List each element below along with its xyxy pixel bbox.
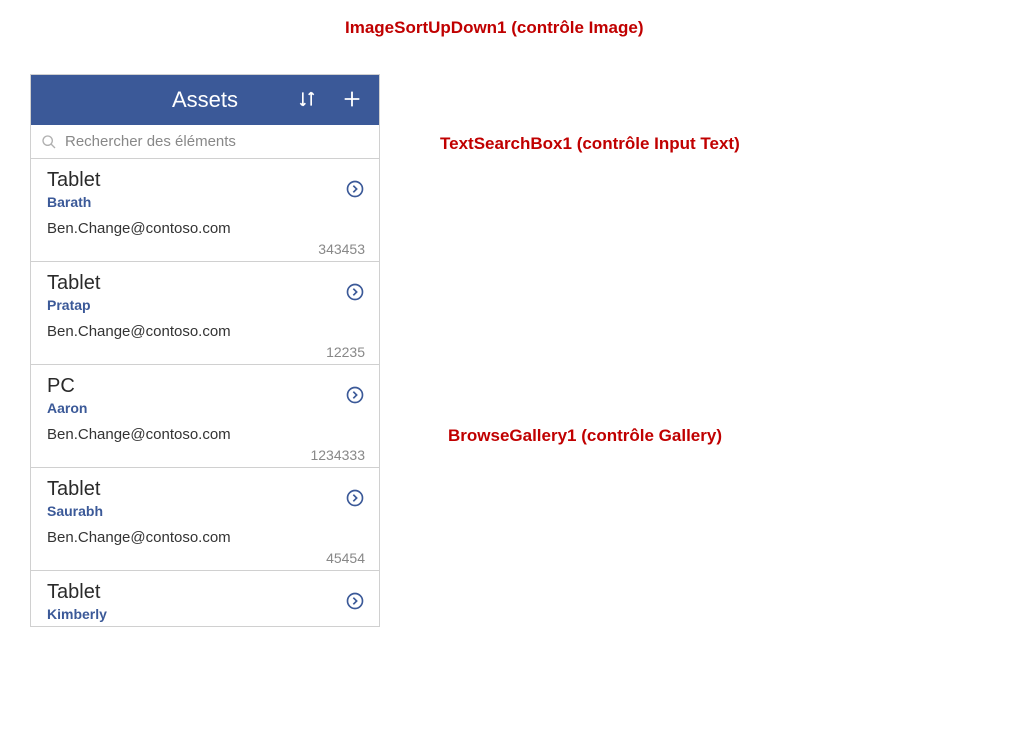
item-title: Tablet: [47, 478, 365, 501]
item-title: Tablet: [47, 272, 365, 295]
item-detail-button[interactable]: [345, 282, 365, 305]
list-item[interactable]: PC Aaron Ben.Change@contoso.com 1234333: [31, 365, 379, 468]
item-email: Ben.Change@contoso.com: [47, 529, 365, 546]
item-id: 45454: [47, 550, 365, 566]
header-icons: [293, 84, 367, 117]
item-detail-button[interactable]: [345, 385, 365, 408]
list-item[interactable]: Tablet Saurabh Ben.Change@contoso.com 45…: [31, 468, 379, 571]
arrow-right-icon: [345, 385, 365, 408]
list-item[interactable]: Tablet Pratap Ben.Change@contoso.com 122…: [31, 262, 379, 365]
item-id: 12235: [47, 344, 365, 360]
add-button[interactable]: [337, 84, 367, 117]
item-subtitle: Kimberly: [47, 606, 365, 622]
item-email: Ben.Change@contoso.com: [47, 323, 365, 340]
plus-icon: [341, 88, 363, 113]
browse-gallery: Tablet Barath Ben.Change@contoso.com 343…: [31, 159, 379, 626]
arrow-right-icon: [345, 591, 365, 614]
item-title: PC: [47, 375, 365, 398]
arrow-right-icon: [345, 488, 365, 511]
search-input[interactable]: [65, 133, 369, 150]
list-item[interactable]: Tablet Barath Ben.Change@contoso.com 343…: [31, 159, 379, 262]
item-subtitle: Aaron: [47, 400, 365, 416]
page-title: Assets: [172, 87, 238, 113]
app-header: Assets: [31, 75, 379, 125]
item-subtitle: Barath: [47, 194, 365, 210]
item-id: 1234333: [47, 447, 365, 463]
item-email: Ben.Change@contoso.com: [47, 426, 365, 443]
list-item[interactable]: Tablet Kimberly: [31, 571, 379, 626]
search-row: [31, 125, 379, 159]
item-subtitle: Saurabh: [47, 503, 365, 519]
annotation-gallery: BrowseGallery1 (contrôle Gallery): [448, 426, 722, 446]
item-detail-button[interactable]: [345, 488, 365, 511]
arrow-right-icon: [345, 179, 365, 202]
item-detail-button[interactable]: [345, 591, 365, 614]
item-id: 343453: [47, 241, 365, 257]
annotation-search: TextSearchBox1 (contrôle Input Text): [440, 134, 740, 154]
search-icon: [41, 134, 57, 150]
sort-icon: [297, 89, 317, 112]
arrow-right-icon: [345, 282, 365, 305]
app-frame: Assets: [30, 74, 380, 627]
annotation-sort: ImageSortUpDown1 (contrôle Image): [345, 18, 643, 38]
item-subtitle: Pratap: [47, 297, 365, 313]
sort-button[interactable]: [293, 85, 321, 116]
item-email: Ben.Change@contoso.com: [47, 220, 365, 237]
item-title: Tablet: [47, 169, 365, 192]
item-title: Tablet: [47, 581, 365, 604]
item-detail-button[interactable]: [345, 179, 365, 202]
